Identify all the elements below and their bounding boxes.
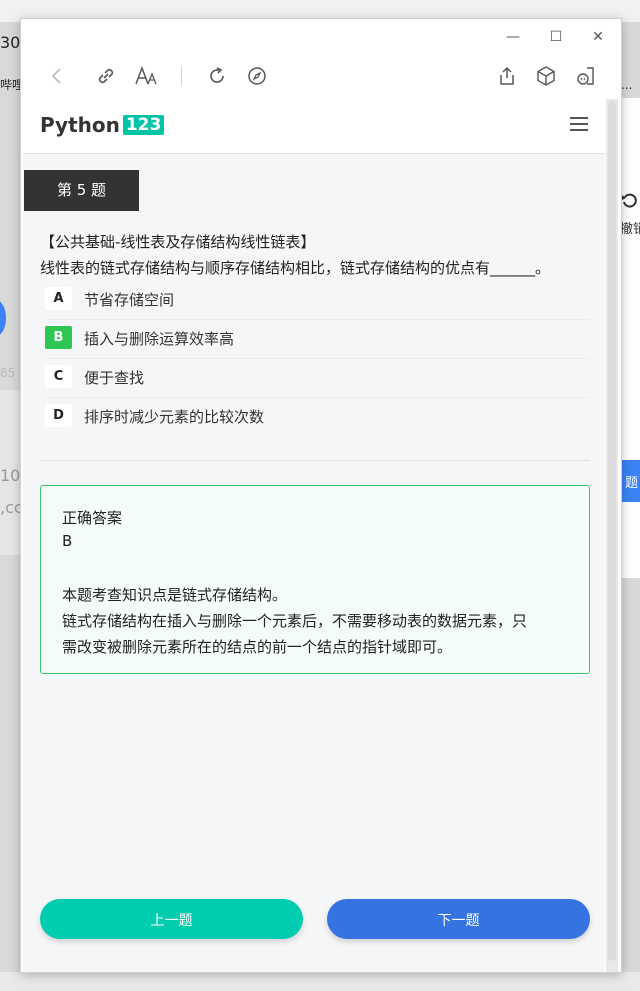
window-titlebar: — ☐ ✕ xyxy=(21,19,621,57)
answer-explanation: 本题考查知识点是链式存储结构。 xyxy=(62,586,288,604)
option-key-correct: B xyxy=(45,326,72,349)
logo-number: 123 xyxy=(122,115,165,135)
background-text-fragment: ... xyxy=(621,78,633,92)
option-d[interactable]: D 排序时减少元素的比较次数 xyxy=(45,398,590,436)
site-logo[interactable]: Python 123 xyxy=(40,113,165,137)
question-number-badge: 第 5 题 xyxy=(24,170,139,211)
answer-box: 正确答案 B 本题考查知识点是链式存储结构。 链式存储结构在插入与删除一个元素后… xyxy=(40,485,590,674)
font-size-icon[interactable] xyxy=(133,63,159,89)
prev-question-button[interactable]: 上一题 xyxy=(40,899,303,939)
question-category: 【公共基础-线性表及存储结构线性链表】 xyxy=(40,233,316,251)
option-text: 节省存储空间 xyxy=(84,291,175,309)
next-question-button[interactable]: 下一题 xyxy=(327,899,590,939)
page-content: Python 123 第 5 题 【公共基础-线性表及存储结构线性链表】 线性表… xyxy=(23,97,605,972)
link-icon[interactable] xyxy=(93,63,119,89)
scrollbar[interactable] xyxy=(606,99,618,972)
background-undo-icon xyxy=(621,192,639,210)
back-icon[interactable] xyxy=(44,63,70,89)
close-button[interactable]: ✕ xyxy=(584,25,612,49)
cube-icon[interactable] xyxy=(533,63,559,89)
option-text: 插入与删除运算效率高 xyxy=(84,330,235,348)
assistant-icon[interactable] xyxy=(572,63,598,89)
background-blue-dot xyxy=(0,300,6,336)
answer-explanation: 需改变被删除元素所在的结点的前一个结点的指针域即可。 xyxy=(62,638,453,656)
option-a[interactable]: A 节省存储空间 xyxy=(45,281,590,320)
background-text-fragment: 85 xyxy=(0,366,16,380)
hamburger-menu-icon[interactable] xyxy=(570,117,588,131)
option-text: 排序时减少元素的比较次数 xyxy=(84,408,265,426)
option-c[interactable]: C 便于查找 xyxy=(45,359,590,398)
background-text-fragment: 30 xyxy=(0,33,21,52)
answer-title: 正确答案 xyxy=(62,509,123,527)
option-b[interactable]: B 插入与删除运算效率高 xyxy=(45,320,590,359)
section-divider xyxy=(40,460,590,461)
refresh-icon[interactable] xyxy=(204,63,230,89)
answer-explanation: 链式存储结构在插入与删除一个元素后，不需要移动表的数据元素，只 xyxy=(62,612,528,630)
compass-icon[interactable] xyxy=(244,63,270,89)
question-text: 线性表的链式存储结构与顺序存储结构相比，链式存储结构的优点有______。 xyxy=(40,259,551,277)
background-text-fragment: 题 xyxy=(625,476,639,491)
answer-value: B xyxy=(62,532,73,550)
option-key: D xyxy=(45,404,72,427)
option-key: A xyxy=(45,287,72,310)
popup-window: — ☐ ✕ Python 123 第 5 题 【公共基础-线性表及存储结构线性链… xyxy=(20,18,622,973)
toolbar-separator xyxy=(181,67,182,85)
share-icon[interactable] xyxy=(494,63,520,89)
background-text-fragment: 撤销 xyxy=(620,222,640,237)
logo-text: Python xyxy=(40,113,120,137)
scrollbar-thumb[interactable] xyxy=(608,101,616,961)
maximize-button[interactable]: ☐ xyxy=(542,25,570,49)
option-text: 便于查找 xyxy=(84,369,145,387)
background-page-bottom xyxy=(0,972,640,991)
option-key: C xyxy=(45,365,72,388)
browser-toolbar xyxy=(21,57,621,95)
minimize-button[interactable]: — xyxy=(499,25,527,49)
site-header: Python 123 xyxy=(23,97,605,154)
